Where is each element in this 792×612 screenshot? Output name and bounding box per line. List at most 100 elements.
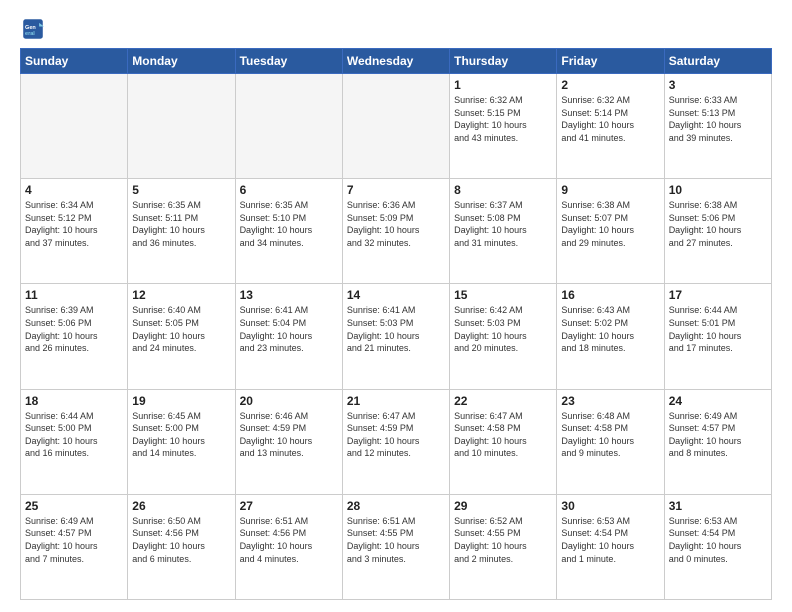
logo: Gen eral: [20, 18, 46, 40]
day-info: Sunrise: 6:51 AM Sunset: 4:56 PM Dayligh…: [240, 515, 338, 565]
day-number: 17: [669, 288, 767, 302]
day-cell: 25Sunrise: 6:49 AM Sunset: 4:57 PM Dayli…: [21, 494, 128, 599]
day-number: 4: [25, 183, 123, 197]
day-info: Sunrise: 6:53 AM Sunset: 4:54 PM Dayligh…: [669, 515, 767, 565]
week-row-3: 11 Sunrise: 6:39 AM Sunset: 5:06 PM Dayli…: [21, 284, 772, 389]
day-cell: 6 Sunrise: 6:35 AM Sunset: 5:10 PM Daylig…: [235, 179, 342, 284]
day-cell: 13 Sunrise: 6:41 AM Sunset: 5:04 PM Dayli…: [235, 284, 342, 389]
day-header-thursday: Thursday: [450, 49, 557, 74]
day-number: 1: [454, 78, 552, 92]
day-cell: 7Sunrise: 6:36 AM Sunset: 5:09 PM Daylig…: [342, 179, 449, 284]
day-info: Sunrise: 6:52 AM Sunset: 4:55 PM Dayligh…: [454, 515, 552, 565]
day-info: Sunrise: 6:47 AM Sunset: 4:58 PM Dayligh…: [454, 410, 552, 460]
day-number: 31: [669, 499, 767, 513]
day-number: 19: [132, 394, 230, 408]
day-cell: 31 Sunrise: 6:53 AM Sunset: 4:54 PM Dayli…: [664, 494, 771, 599]
day-cell: 8 Sunrise: 6:37 AM Sunset: 5:08 PM Daylig…: [450, 179, 557, 284]
day-number: 3: [669, 78, 767, 92]
day-number: 30: [561, 499, 659, 513]
day-info: Sunrise: 6:35 AM Sunset: 5:10 PM Dayligh…: [240, 199, 338, 249]
day-number: 12: [132, 288, 230, 302]
day-cell: [342, 74, 449, 179]
day-info: Sunrise: 6:48 AM Sunset: 4:58 PM Dayligh…: [561, 410, 659, 460]
day-cell: 20 Sunrise: 6:46 AM Sunset: 4:59 PM Dayli…: [235, 389, 342, 494]
day-cell: 18Sunrise: 6:44 AM Sunset: 5:00 PM Dayli…: [21, 389, 128, 494]
day-info: Sunrise: 6:32 AM Sunset: 5:14 PM Dayligh…: [561, 94, 659, 144]
page: Gen eral SundayMondayTuesdayWednesdayThu…: [0, 0, 792, 612]
day-cell: 1 Sunrise: 6:32 AM Sunset: 5:15 PM Daylig…: [450, 74, 557, 179]
day-info: Sunrise: 6:44 AM Sunset: 5:00 PM Dayligh…: [25, 410, 123, 460]
day-header-sunday: Sunday: [21, 49, 128, 74]
day-info: Sunrise: 6:42 AM Sunset: 5:03 PM Dayligh…: [454, 304, 552, 354]
day-number: 8: [454, 183, 552, 197]
day-number: 22: [454, 394, 552, 408]
day-info: Sunrise: 6:50 AM Sunset: 4:56 PM Dayligh…: [132, 515, 230, 565]
day-header-wednesday: Wednesday: [342, 49, 449, 74]
day-info: Sunrise: 6:41 AM Sunset: 5:04 PM Dayligh…: [240, 304, 338, 354]
day-number: 14: [347, 288, 445, 302]
day-header-saturday: Saturday: [664, 49, 771, 74]
logo-icon: Gen eral: [22, 18, 44, 40]
day-info: Sunrise: 6:47 AM Sunset: 4:59 PM Dayligh…: [347, 410, 445, 460]
day-info: Sunrise: 6:35 AM Sunset: 5:11 PM Dayligh…: [132, 199, 230, 249]
day-number: 20: [240, 394, 338, 408]
day-header-tuesday: Tuesday: [235, 49, 342, 74]
day-cell: 12 Sunrise: 6:40 AM Sunset: 5:05 PM Dayli…: [128, 284, 235, 389]
day-info: Sunrise: 6:38 AM Sunset: 5:06 PM Dayligh…: [669, 199, 767, 249]
day-number: 13: [240, 288, 338, 302]
header: Gen eral: [20, 18, 772, 40]
week-row-5: 25Sunrise: 6:49 AM Sunset: 4:57 PM Dayli…: [21, 494, 772, 599]
day-header-monday: Monday: [128, 49, 235, 74]
day-number: 9: [561, 183, 659, 197]
day-info: Sunrise: 6:39 AM Sunset: 5:06 PM Dayligh…: [25, 304, 123, 354]
day-info: Sunrise: 6:43 AM Sunset: 5:02 PM Dayligh…: [561, 304, 659, 354]
day-number: 10: [669, 183, 767, 197]
day-cell: 16 Sunrise: 6:43 AM Sunset: 5:02 PM Dayli…: [557, 284, 664, 389]
week-row-4: 18Sunrise: 6:44 AM Sunset: 5:00 PM Dayli…: [21, 389, 772, 494]
day-info: Sunrise: 6:46 AM Sunset: 4:59 PM Dayligh…: [240, 410, 338, 460]
day-cell: 3Sunrise: 6:33 AM Sunset: 5:13 PM Daylig…: [664, 74, 771, 179]
day-header-friday: Friday: [557, 49, 664, 74]
week-row-1: 1 Sunrise: 6:32 AM Sunset: 5:15 PM Daylig…: [21, 74, 772, 179]
day-number: 29: [454, 499, 552, 513]
svg-text:eral: eral: [25, 31, 35, 37]
day-number: 24: [669, 394, 767, 408]
svg-text:Gen: Gen: [25, 25, 36, 31]
day-cell: 23 Sunrise: 6:48 AM Sunset: 4:58 PM Dayli…: [557, 389, 664, 494]
day-info: Sunrise: 6:38 AM Sunset: 5:07 PM Dayligh…: [561, 199, 659, 249]
day-info: Sunrise: 6:37 AM Sunset: 5:08 PM Dayligh…: [454, 199, 552, 249]
day-number: 11: [25, 288, 123, 302]
day-number: 16: [561, 288, 659, 302]
day-cell: 17Sunrise: 6:44 AM Sunset: 5:01 PM Dayli…: [664, 284, 771, 389]
day-cell: 5 Sunrise: 6:35 AM Sunset: 5:11 PM Daylig…: [128, 179, 235, 284]
day-info: Sunrise: 6:34 AM Sunset: 5:12 PM Dayligh…: [25, 199, 123, 249]
day-cell: 15 Sunrise: 6:42 AM Sunset: 5:03 PM Dayli…: [450, 284, 557, 389]
day-cell: 21Sunrise: 6:47 AM Sunset: 4:59 PM Dayli…: [342, 389, 449, 494]
day-cell: [235, 74, 342, 179]
day-info: Sunrise: 6:32 AM Sunset: 5:15 PM Dayligh…: [454, 94, 552, 144]
day-number: 6: [240, 183, 338, 197]
day-number: 23: [561, 394, 659, 408]
day-cell: 9 Sunrise: 6:38 AM Sunset: 5:07 PM Daylig…: [557, 179, 664, 284]
day-cell: 27Sunrise: 6:51 AM Sunset: 4:56 PM Dayli…: [235, 494, 342, 599]
day-number: 5: [132, 183, 230, 197]
day-cell: 2 Sunrise: 6:32 AM Sunset: 5:14 PM Daylig…: [557, 74, 664, 179]
day-info: Sunrise: 6:40 AM Sunset: 5:05 PM Dayligh…: [132, 304, 230, 354]
day-cell: 28Sunrise: 6:51 AM Sunset: 4:55 PM Dayli…: [342, 494, 449, 599]
day-cell: 30 Sunrise: 6:53 AM Sunset: 4:54 PM Dayli…: [557, 494, 664, 599]
day-cell: 26Sunrise: 6:50 AM Sunset: 4:56 PM Dayli…: [128, 494, 235, 599]
day-cell: 29 Sunrise: 6:52 AM Sunset: 4:55 PM Dayli…: [450, 494, 557, 599]
day-number: 2: [561, 78, 659, 92]
day-cell: 11 Sunrise: 6:39 AM Sunset: 5:06 PM Dayli…: [21, 284, 128, 389]
day-cell: 24 Sunrise: 6:49 AM Sunset: 4:57 PM Dayli…: [664, 389, 771, 494]
day-info: Sunrise: 6:36 AM Sunset: 5:09 PM Dayligh…: [347, 199, 445, 249]
day-cell: 19Sunrise: 6:45 AM Sunset: 5:00 PM Dayli…: [128, 389, 235, 494]
day-info: Sunrise: 6:53 AM Sunset: 4:54 PM Dayligh…: [561, 515, 659, 565]
day-number: 15: [454, 288, 552, 302]
day-info: Sunrise: 6:41 AM Sunset: 5:03 PM Dayligh…: [347, 304, 445, 354]
day-cell: [128, 74, 235, 179]
day-number: 28: [347, 499, 445, 513]
day-info: Sunrise: 6:49 AM Sunset: 4:57 PM Dayligh…: [25, 515, 123, 565]
day-info: Sunrise: 6:49 AM Sunset: 4:57 PM Dayligh…: [669, 410, 767, 460]
header-row: SundayMondayTuesdayWednesdayThursdayFrid…: [21, 49, 772, 74]
